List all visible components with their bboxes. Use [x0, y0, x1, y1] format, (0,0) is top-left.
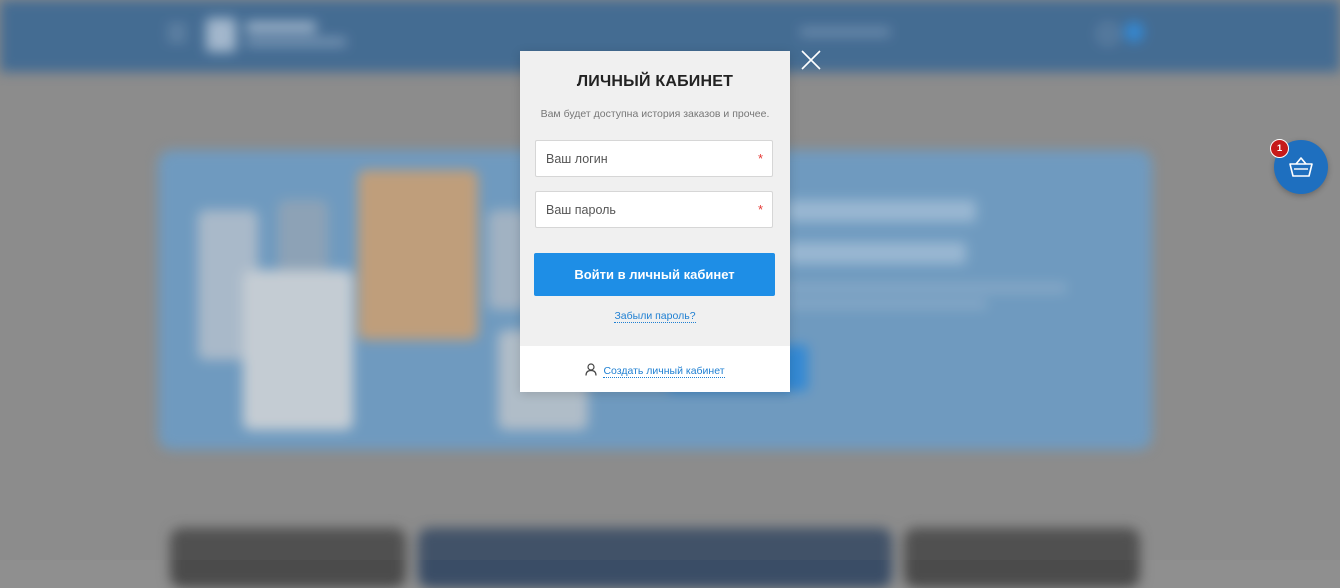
password-field-wrapper: * — [535, 191, 773, 228]
password-input[interactable] — [536, 192, 756, 227]
login-input[interactable] — [536, 141, 756, 176]
register-link[interactable]: Создать личный кабинет — [603, 364, 725, 378]
modal-title: ЛИЧНЫЙ КАБИНЕТ — [576, 73, 734, 90]
login-field-wrapper: * — [535, 140, 773, 177]
cart-button[interactable]: 1 — [1270, 139, 1328, 194]
register-row: Создать личный кабинет — [520, 363, 790, 379]
user-icon — [585, 363, 598, 379]
forgot-password-link[interactable]: Забыли пароль? — [614, 310, 696, 323]
required-mark: * — [757, 202, 763, 217]
login-button[interactable]: Войти в личный кабинет — [534, 253, 775, 296]
modal-subtitle: Вам будет доступна история заказов и про… — [540, 108, 770, 120]
forgot-password-row: Забыли пароль? — [520, 310, 790, 323]
required-mark: * — [757, 151, 763, 166]
login-modal: ЛИЧНЫЙ КАБИНЕТ Вам будет доступна истори… — [520, 51, 790, 392]
cart-count-badge: 1 — [1270, 139, 1289, 158]
modal-footer: Создать личный кабинет — [520, 346, 790, 392]
close-icon[interactable] — [800, 49, 822, 71]
